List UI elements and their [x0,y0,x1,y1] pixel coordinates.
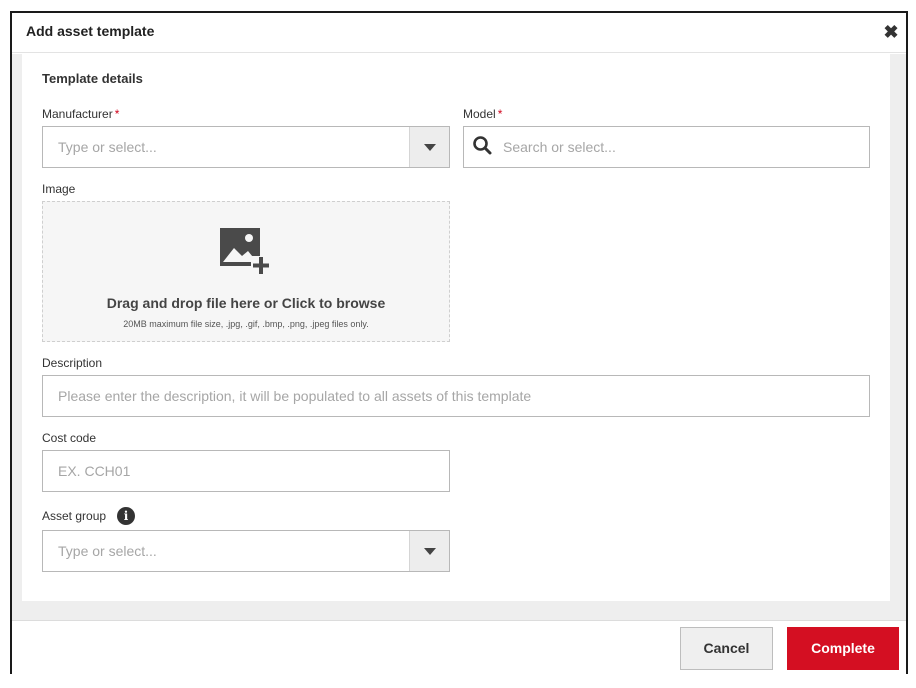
asset-group-label: Asset group [42,509,107,523]
section-title: Template details [42,71,143,86]
cost-code-input[interactable]: EX. CCH01 [42,450,450,492]
model-placeholder: Search or select... [503,139,616,155]
model-search-select[interactable]: Search or select... [463,126,870,168]
cancel-button[interactable]: Cancel [680,627,773,670]
add-asset-template-dialog: Add asset template ✖ Template details Ma… [10,11,908,674]
dialog-footer: Cancel Complete [12,620,906,674]
dialog-header: Add asset template ✖ [12,13,906,53]
image-label: Image [42,182,76,196]
description-placeholder: Please enter the description, it will be… [58,388,532,404]
dropzone-hint: 20MB maximum file size, .jpg, .gif, .bmp… [123,319,369,329]
asset-group-select[interactable]: Type or select... [42,530,450,572]
model-label-text: Model [463,107,496,121]
dialog-title: Add asset template [26,23,155,39]
search-icon [473,136,492,155]
template-details-panel: Template details Manufacturer * Type or s… [22,54,890,601]
image-add-icon [220,228,271,274]
description-label: Description [42,356,103,370]
manufacturer-label-text: Manufacturer [42,107,113,121]
cost-code-placeholder: EX. CCH01 [58,463,131,479]
chevron-down-icon[interactable] [409,127,449,167]
manufacturer-placeholder: Type or select... [58,139,157,155]
asset-group-placeholder: Type or select... [58,543,157,559]
dropzone-text: Drag and drop file here or Click to brow… [106,295,386,311]
required-mark: * [114,107,120,121]
dialog-body: Template details Manufacturer * Type or s… [12,54,906,620]
close-icon[interactable]: ✖ [880,21,902,43]
manufacturer-select[interactable]: Type or select... [42,126,450,168]
info-icon[interactable]: i [117,507,135,525]
image-dropzone[interactable]: Drag and drop file here or Click to brow… [42,201,450,342]
cost-code-label: Cost code [42,431,97,445]
description-input[interactable]: Please enter the description, it will be… [42,375,870,417]
required-mark: * [497,107,503,121]
chevron-down-icon[interactable] [409,531,449,571]
model-label: Model * [463,107,502,121]
complete-button[interactable]: Complete [787,627,899,670]
manufacturer-label: Manufacturer * [42,107,119,121]
